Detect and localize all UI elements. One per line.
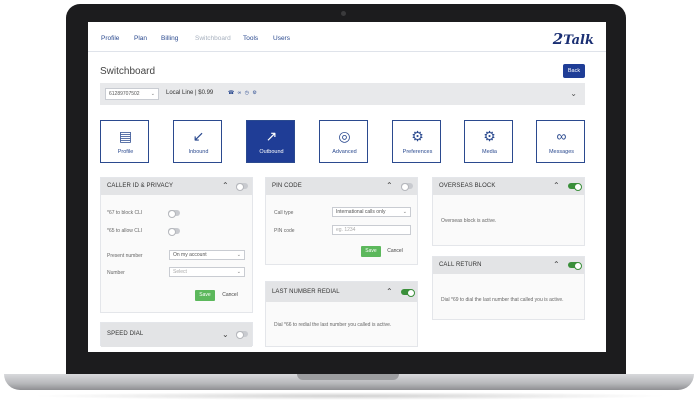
nav-users[interactable]: Users [273,35,290,42]
media-gear-icon: ⚙ [483,128,496,144]
tile-inbound[interactable]: ↙ Inbound [173,120,222,163]
caller-id-toggle[interactable] [236,183,248,191]
last-number-redial-panel: LAST NUMBER REDIAL ⌃ Dial *66 to redial … [265,281,418,347]
overseas-block-toggle[interactable] [568,183,582,191]
nav-profile[interactable]: Profile [101,35,119,42]
tile-messages[interactable]: ∞ Messages [536,120,585,163]
profile-card-icon: ▤ [118,128,133,144]
chevron-down-icon: ⌄ [236,252,241,258]
tile-advanced[interactable]: ◎ Advanced [319,120,368,163]
advanced-target-icon: ◎ [338,128,351,144]
block-cli-toggle[interactable] [168,210,180,218]
camera-icon [341,11,346,16]
top-nav: Profile Plan Billing Switchboard Tools U… [88,22,606,52]
overseas-block-panel: OVERSEAS BLOCK ⌃ Overseas block is activ… [432,177,585,246]
outbound-call-icon: ↗ [265,128,278,144]
expand-chevron-icon[interactable]: ⌄ [570,89,577,98]
nav-tools[interactable]: Tools [243,35,258,42]
phone-icon: ☎ [228,90,236,96]
voicemail-icon: ∞ [237,90,243,96]
line-feature-icons: ☎ ∞ ◷ ⚙ [228,90,258,96]
caller-id-save-button[interactable]: Save [195,290,215,301]
call-type-select[interactable]: International calls only ⌄ [332,207,411,217]
brand-logo: 2Talk [552,30,594,48]
line-info: Local Line | $0.99 [166,90,214,96]
speed-dial-panel: SPEED DIAL ⌄ [100,322,253,347]
laptop-shadow [30,392,670,400]
collapse-caret-icon[interactable]: ⌃ [553,181,560,191]
page-title: Switchboard [100,66,156,77]
collapse-caret-icon[interactable]: ⌃ [386,287,393,297]
app-screen: Profile Plan Billing Switchboard Tools U… [88,22,606,352]
nav-switchboard[interactable]: Switchboard [195,35,231,42]
caller-id-cancel-button[interactable]: Cancel [219,290,241,301]
pin-code-save-button[interactable]: Save [361,246,381,257]
collapse-caret-icon[interactable]: ⌃ [386,181,393,191]
panel-header: OVERSEAS BLOCK ⌃ [433,178,584,195]
pin-code-toggle[interactable] [401,183,413,191]
tile-preferences[interactable]: ⚙ Preferences [392,120,441,163]
overseas-block-text: Overseas block is active. [441,218,497,224]
last-number-redial-text: Dial *66 to redial the last number you c… [274,322,392,328]
number-select[interactable]: Select ⌄ [169,267,245,277]
voicemail-icon: ∞ [556,128,567,144]
present-number-label: Present number [107,253,143,259]
present-number-select[interactable]: On my account ⌄ [169,250,245,260]
chevron-down-icon: ⌄ [402,209,407,215]
tile-outbound[interactable]: ↗ Outbound [246,120,295,163]
line-number-select[interactable]: 61289707502 ⌄ [105,88,159,100]
laptop-notch [297,374,399,380]
gear-icon: ⚙ [252,90,258,96]
call-return-panel: CALL RETURN ⌃ Dial *69 to dial the last … [432,256,585,320]
pin-code-label: PIN code [274,228,295,234]
collapse-caret-icon[interactable]: ⌃ [222,181,229,191]
panel-header: CALLER ID & PRIVACY ⌃ [101,178,252,195]
allow-cli-toggle[interactable] [168,228,180,236]
panel-header: PIN CODE ⌃ [266,178,417,195]
caller-id-panel: CALLER ID & PRIVACY ⌃ *67 to block CLI *… [100,177,253,313]
pin-code-input[interactable]: eg. 1234 [332,225,411,235]
inbound-call-icon: ↙ [192,128,205,144]
clock-icon: ◷ [244,90,250,96]
call-return-toggle[interactable] [568,262,582,270]
allow-cli-text: *65 to allow CLI [107,228,143,234]
chevron-down-icon: ⌄ [236,269,241,275]
panel-header: LAST NUMBER REDIAL ⌃ [266,282,417,302]
nav-plan[interactable]: Plan [134,35,147,42]
laptop-chin [66,352,626,374]
panel-header: SPEED DIAL ⌄ [101,323,252,347]
number-label: Number [107,270,125,276]
call-return-text: Dial *69 to dial the last number that ca… [441,297,564,303]
pin-code-cancel-button[interactable]: Cancel [384,246,406,257]
pin-code-panel: PIN CODE ⌃ Call type International calls… [265,177,418,265]
line-bar: 61289707502 ⌄ Local Line | $0.99 ☎ ∞ ◷ ⚙ … [100,83,585,105]
preferences-gear-icon: ⚙ [411,128,424,144]
call-type-label: Call type [274,210,294,216]
tile-profile[interactable]: ▤ Profile [100,120,149,163]
tile-media[interactable]: ⚙ Media [464,120,513,163]
block-cli-text: *67 to block CLI [107,210,143,216]
chevron-down-icon: ⌄ [150,91,155,97]
expand-caret-icon[interactable]: ⌄ [222,330,229,340]
panel-header: CALL RETURN ⌃ [433,257,584,274]
speed-dial-toggle[interactable] [236,331,248,339]
nav-billing[interactable]: Billing [161,35,178,42]
collapse-caret-icon[interactable]: ⌃ [553,260,560,270]
back-button[interactable]: Back [563,64,585,78]
last-number-redial-toggle[interactable] [401,289,415,297]
